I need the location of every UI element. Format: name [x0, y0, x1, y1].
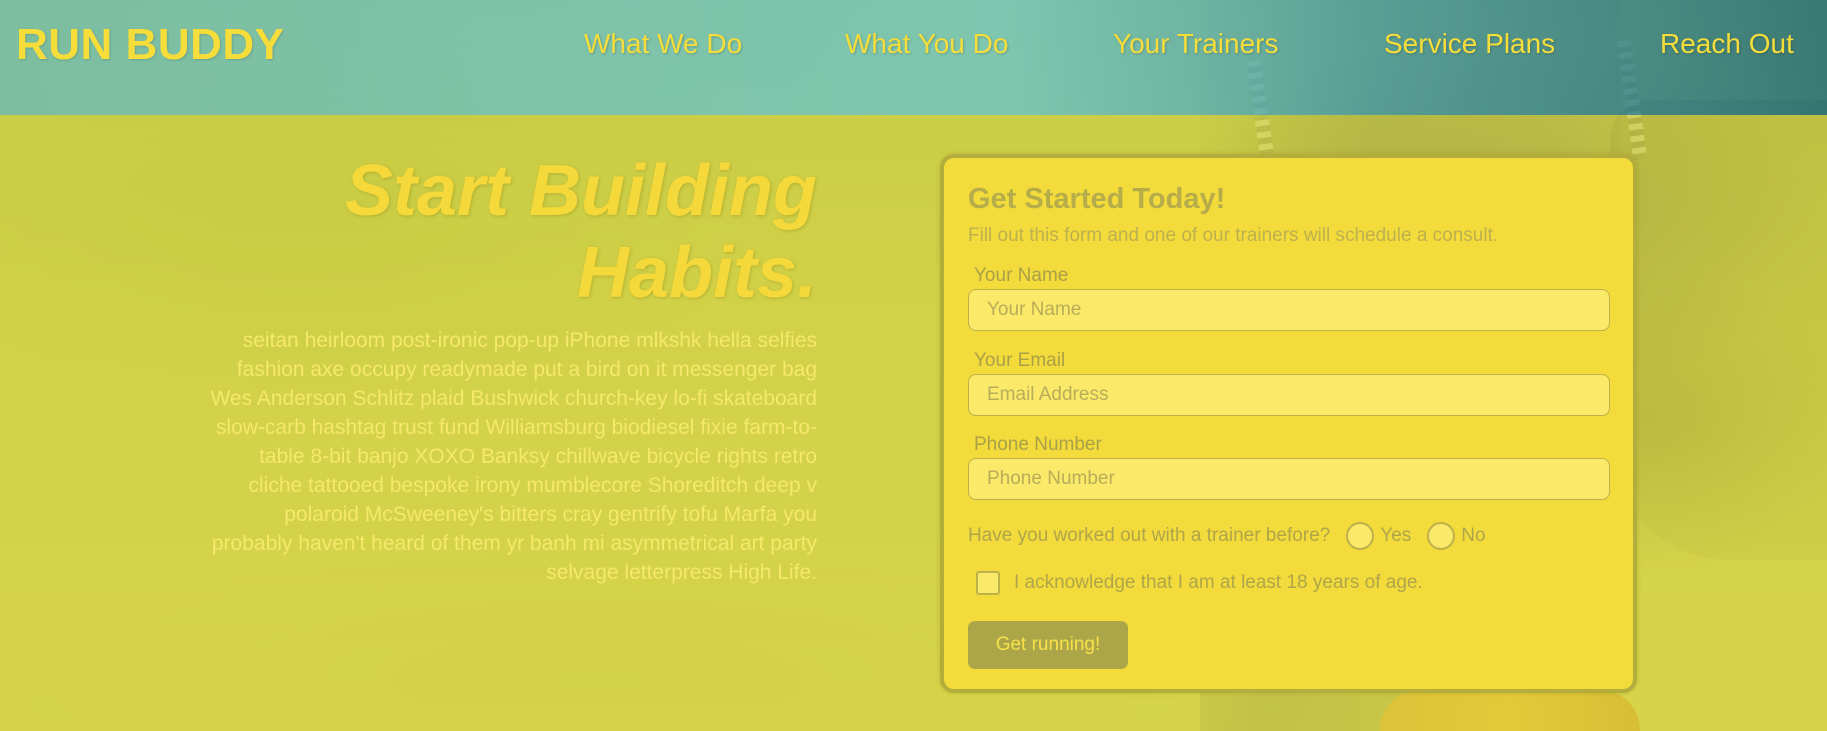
email-label: Your Email: [974, 350, 1066, 371]
nav-link-what-we-do[interactable]: What We Do: [584, 28, 742, 60]
trainer-yes-label[interactable]: Yes: [1380, 525, 1411, 547]
trainer-question-row: Have you worked out with a trainer befor…: [968, 522, 1486, 550]
nav-link-your-trainers[interactable]: Your Trainers: [1113, 28, 1279, 60]
age-acknowledge-row: I acknowledge that I am at least 18 year…: [976, 571, 1423, 595]
trainer-no-label[interactable]: No: [1461, 525, 1485, 547]
form-title: Get Started Today!: [968, 183, 1226, 215]
get-started-form: Get Started Today! Fill out this form an…: [940, 154, 1637, 693]
hero-title: Start Building Habits.: [200, 150, 817, 314]
nav-link-reach-out[interactable]: Reach Out: [1660, 28, 1794, 60]
form-subtitle: Fill out this form and one of our traine…: [968, 225, 1499, 246]
phone-label: Phone Number: [974, 434, 1102, 455]
page: RUN BUDDY What We Do What You Do Your Tr…: [0, 0, 1827, 731]
get-running-button[interactable]: Get running!: [968, 621, 1128, 669]
trainer-question-label: Have you worked out with a trainer befor…: [968, 525, 1331, 546]
hero-title-line-1: Start Building: [345, 151, 817, 231]
email-input[interactable]: [968, 374, 1610, 416]
site-logo[interactable]: RUN BUDDY: [16, 20, 285, 70]
name-label: Your Name: [974, 265, 1069, 286]
trainer-yes-radio[interactable]: [1346, 522, 1375, 550]
nav-link-what-you-do[interactable]: What You Do: [845, 28, 1008, 60]
hero-body-text: seitan heirloom post-ironic pop-up iPhon…: [210, 329, 817, 584]
name-input[interactable]: [968, 289, 1610, 331]
trainer-no-radio[interactable]: [1427, 522, 1456, 550]
hero-intro: Start Building Habits. seitan heirloom p…: [200, 150, 817, 587]
site-header: RUN BUDDY What We Do What You Do Your Tr…: [0, 0, 1827, 115]
phone-input[interactable]: [968, 458, 1610, 500]
age-acknowledge-checkbox[interactable]: [976, 571, 1000, 595]
hero-title-line-2: Habits.: [576, 233, 817, 313]
nav-link-service-plans[interactable]: Service Plans: [1384, 28, 1555, 60]
age-acknowledge-label[interactable]: I acknowledge that I am at least 18 year…: [1014, 572, 1423, 594]
